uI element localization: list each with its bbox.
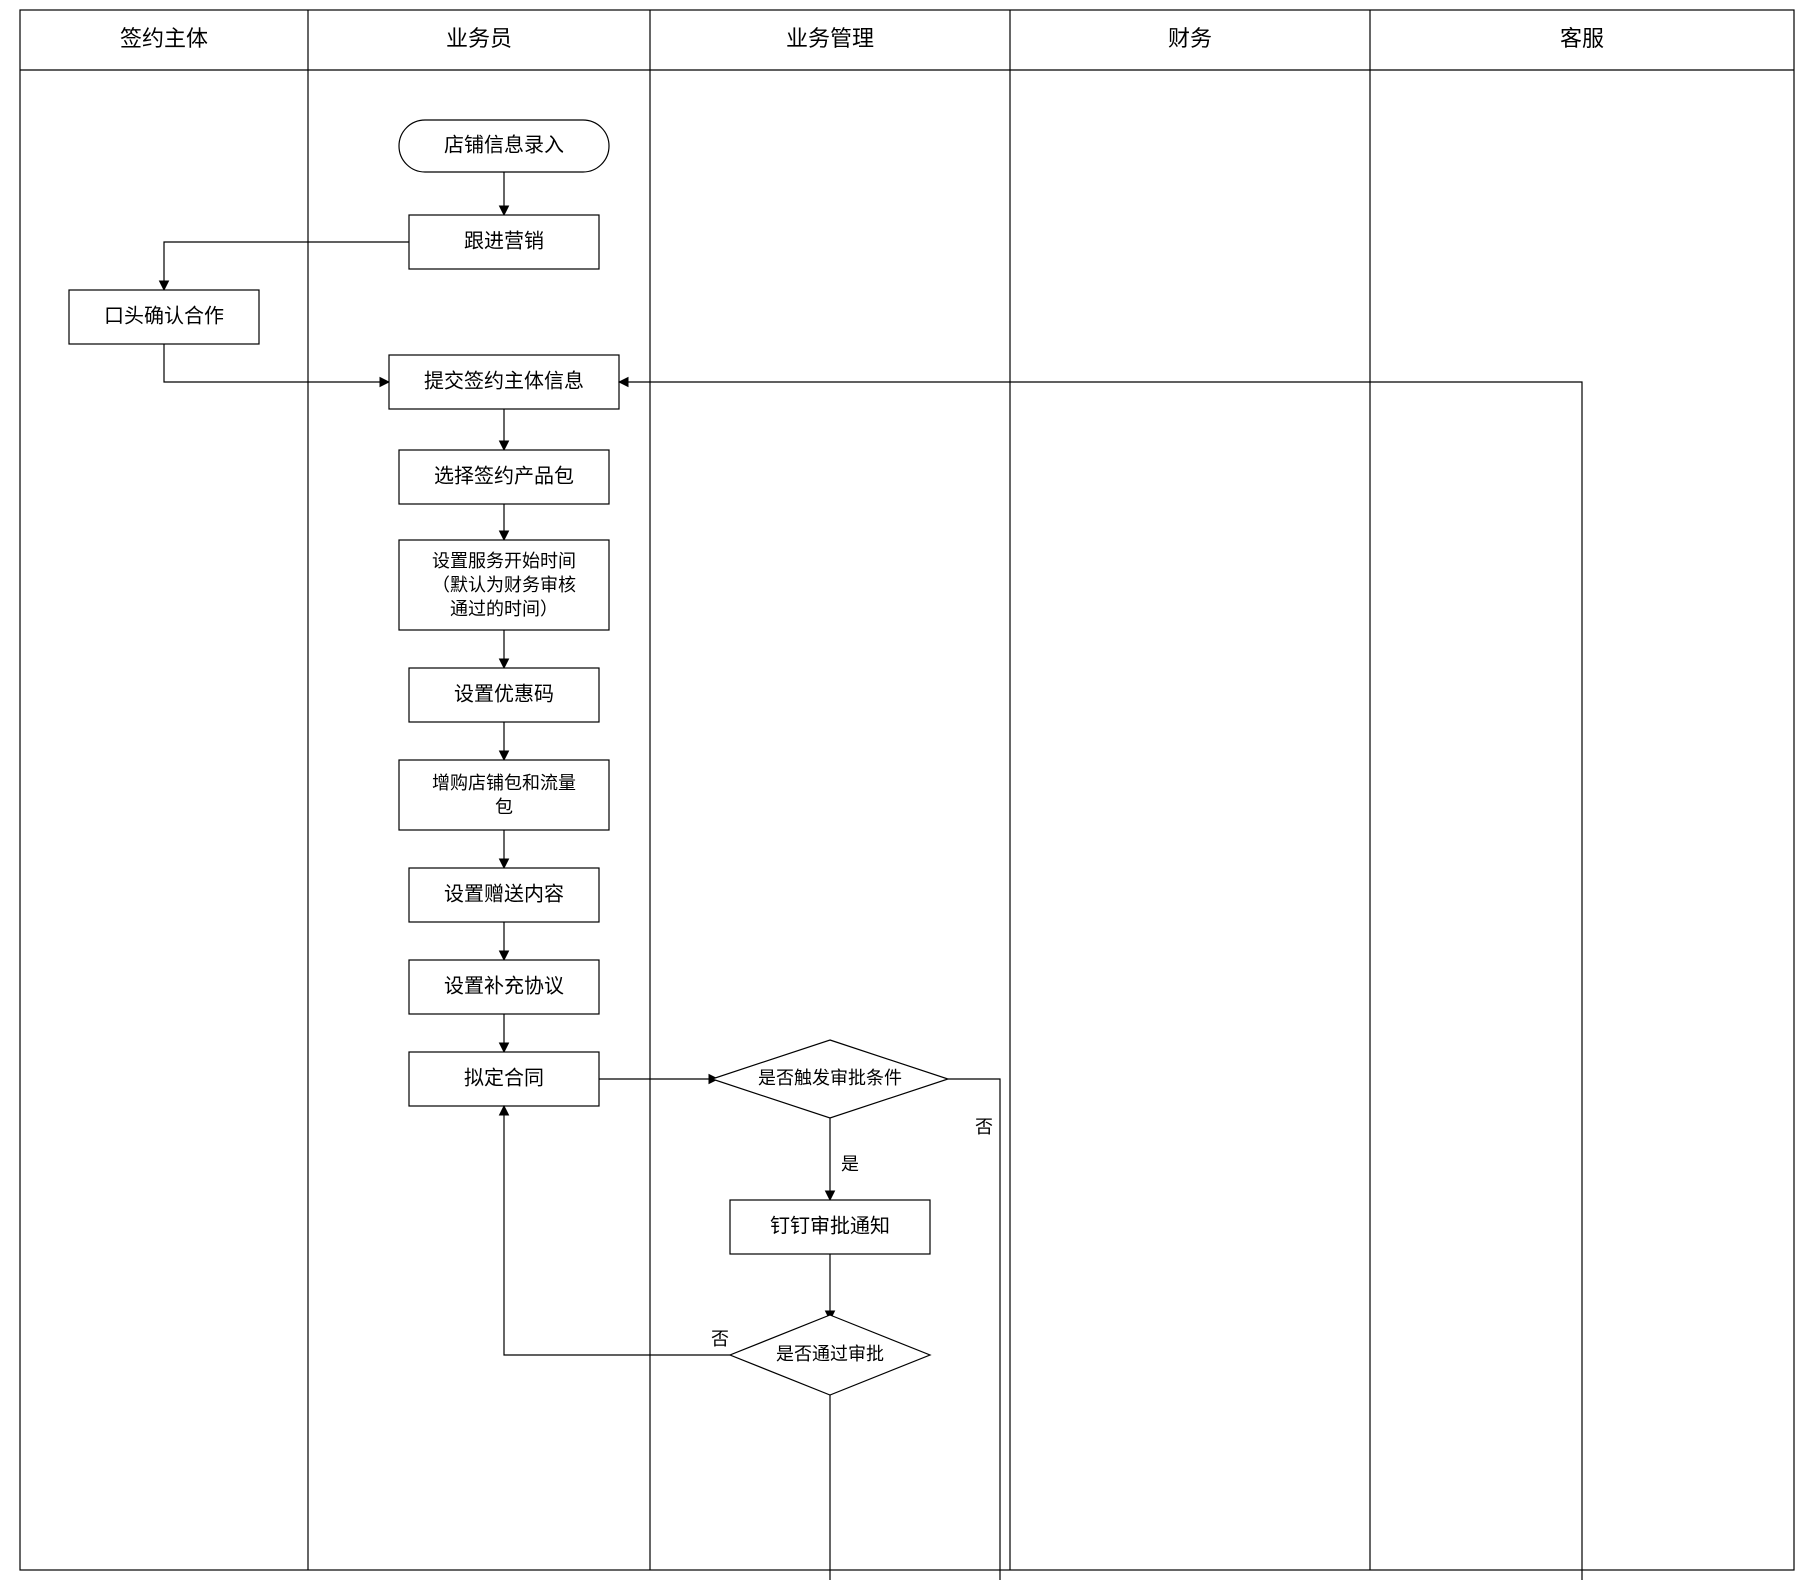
node-addon-l2: 包 xyxy=(495,797,513,817)
node-ding-label: 钉钉审批通知 xyxy=(770,1214,890,1237)
lane-header-1: 签约主体 xyxy=(120,26,208,51)
edge-trigger-no-label: 否 xyxy=(975,1117,993,1137)
node-gift-label: 设置赠送内容 xyxy=(444,882,564,905)
edge-pass-no-label: 否 xyxy=(711,1329,729,1349)
node-settime-l3: 通过的时间） xyxy=(450,599,558,619)
frame xyxy=(20,10,1794,1570)
node-draft-label: 拟定合同 xyxy=(464,1066,544,1089)
node-follow-label: 跟进营销 xyxy=(464,229,544,252)
node-settime-l1: 设置服务开始时间 xyxy=(432,551,576,571)
lane-header-3: 业务管理 xyxy=(786,26,874,51)
swimlane-diagram: 签约主体 业务员 业务管理 财务 客服 店铺信息录入 跟进营销 口头确认合作 提… xyxy=(0,0,1814,1580)
lane-header-4: 财务 xyxy=(1168,26,1212,51)
node-trigger-label: 是否触发审批条件 xyxy=(758,1068,902,1088)
node-settime-l2: （默认为财务审核 xyxy=(432,575,576,595)
lane-header-5: 客服 xyxy=(1560,26,1604,51)
node-pass-label: 是否通过审批 xyxy=(776,1344,884,1364)
node-start-label: 店铺信息录入 xyxy=(444,133,564,156)
node-verbal-label: 口头确认合作 xyxy=(104,304,224,327)
node-choose-pkg-label: 选择签约产品包 xyxy=(434,464,574,487)
edge-trigger-yes-label: 是 xyxy=(841,1154,859,1174)
node-addon-l1: 增购店铺包和流量 xyxy=(432,773,576,793)
lane-header-2: 业务员 xyxy=(446,26,512,51)
node-addon xyxy=(399,760,609,830)
node-coupon-label: 设置优惠码 xyxy=(454,682,554,705)
node-submit-label: 提交签约主体信息 xyxy=(424,369,584,392)
node-supp-label: 设置补充协议 xyxy=(444,974,564,997)
